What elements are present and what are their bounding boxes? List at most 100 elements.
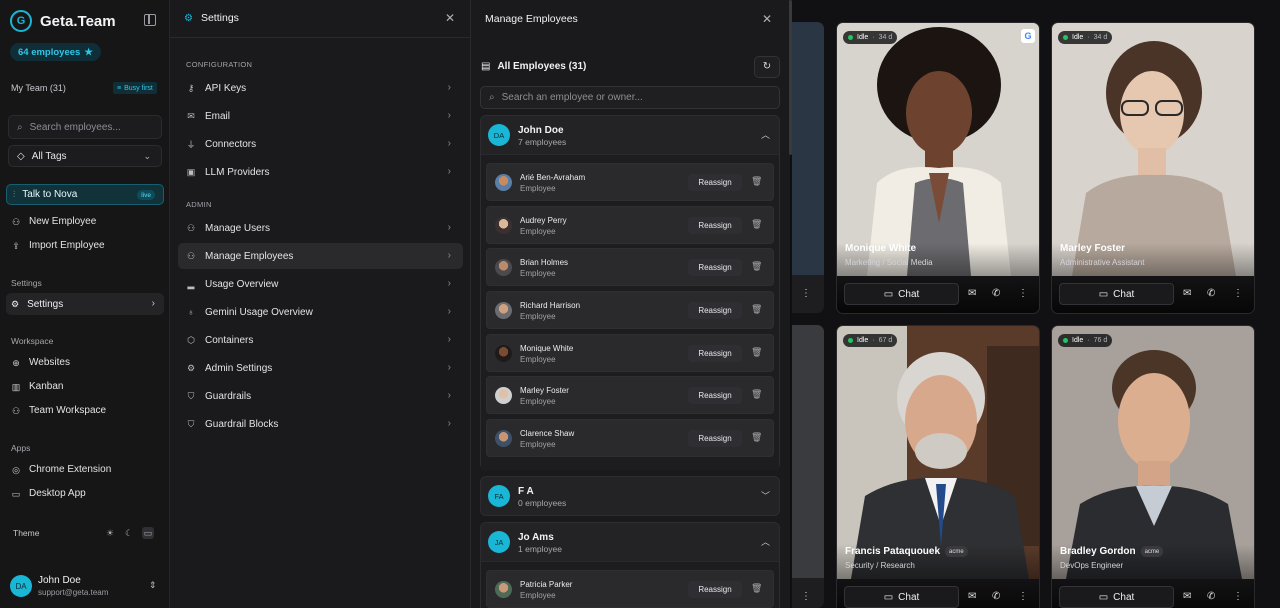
brand-name: Geta.Team	[40, 12, 116, 30]
trash-icon[interactable]: 🗑	[751, 219, 762, 230]
settings-item-admin-settings[interactable]: ⚙ Admin Settings ›	[178, 355, 463, 381]
sidebar-item-websites[interactable]: ⊕ Websites	[11, 357, 70, 368]
phone-icon[interactable]: ✆	[992, 591, 1000, 602]
settings-item-connectors[interactable]: ⏚ Connectors ›	[178, 131, 463, 157]
settings-item-api-keys[interactable]: ⚷ API Keys ›	[178, 75, 463, 101]
moon-icon[interactable]: ☾	[123, 527, 135, 539]
mail-icon[interactable]: ✉	[968, 591, 976, 602]
mail-icon[interactable]: ✉	[1183, 288, 1191, 299]
employee-card[interactable]: Idle · 34 d G Monique White Marketing / So…	[836, 22, 1040, 314]
employee-role: Employee	[520, 591, 556, 600]
employee-role: Employee	[520, 397, 556, 407]
talk-to-nova-button[interactable]: ⫶ Talk to Nova live	[6, 184, 164, 205]
employee-owner-search-input[interactable]: ⌕ Search an employee or owner...	[480, 86, 780, 109]
reassign-button[interactable]: Reassign	[688, 216, 742, 234]
more-icon[interactable]: ⋮	[1018, 288, 1028, 299]
employee-card[interactable]: Idle · 76 d Bradley Gordon acme DevOps Engi…	[1051, 325, 1255, 608]
status-duration: 76 d	[1093, 337, 1108, 344]
chevron-right-icon: ›	[151, 298, 155, 309]
manage-employees-label: Manage Employees	[205, 250, 294, 262]
settings-item-guardrails[interactable]: ⛉ Guardrails ›	[178, 383, 463, 409]
owner-group-header[interactable]: DA John Doe 7 employees ︿	[481, 116, 779, 154]
trash-icon[interactable]: 🗑	[751, 432, 762, 443]
sidebar-item-kanban[interactable]: ▥ Kanban	[11, 381, 64, 392]
settings-item-usage-overview[interactable]: ▂ Usage Overview ›	[178, 271, 463, 297]
chevron-right-icon: ›	[447, 166, 451, 177]
employee-card[interactable]: Idle · 67 d Francis Pataquouek acme Securit…	[836, 325, 1040, 608]
trash-icon[interactable]: 🗑	[751, 304, 762, 315]
user-menu[interactable]: DA John Doe support@geta.team	[10, 575, 108, 597]
more-icon[interactable]: ⋮	[801, 288, 811, 299]
brand[interactable]: G Geta.Team	[10, 10, 116, 32]
import-employee-button[interactable]: ⇪ Import Employee	[11, 240, 104, 251]
owner-group-body: Arié Ben-Avraham Employee Reassign 🗑 Aud…	[481, 154, 779, 470]
user-email: support@geta.team	[38, 588, 109, 597]
reassign-button[interactable]: Reassign	[688, 344, 742, 362]
reassign-button[interactable]: Reassign	[688, 430, 742, 448]
employee-count-badge[interactable]: 64 employees ★	[10, 43, 101, 61]
owner-group-header[interactable]: FA F A 0 employees ﹀	[481, 477, 779, 515]
monitor-theme-icon[interactable]: ▭	[142, 527, 154, 539]
reassign-button[interactable]: Reassign	[688, 581, 742, 598]
card-photo	[792, 22, 824, 275]
phone-icon[interactable]: ✆	[1207, 591, 1215, 602]
reassign-button[interactable]: Reassign	[688, 174, 742, 191]
reassign-button[interactable]: Reassign	[688, 259, 742, 277]
chat-button[interactable]: ▭ Chat	[844, 283, 959, 305]
sidebar-collapse-icon[interactable]	[144, 14, 156, 26]
refresh-icon: ↻	[762, 61, 772, 72]
owner-name: Jo Ams	[518, 532, 554, 543]
sidebar-item-chrome-extension[interactable]: ◎ Chrome Extension	[11, 464, 111, 475]
settings-item-containers[interactable]: ⬡ Containers ›	[178, 327, 463, 353]
sun-icon[interactable]: ☀	[104, 527, 116, 539]
trash-icon[interactable]: 🗑	[751, 583, 762, 594]
close-icon[interactable]: ✕	[762, 12, 772, 26]
new-employee-button[interactable]: ⚇ New Employee	[11, 216, 96, 227]
trash-icon[interactable]: 🗑	[751, 389, 762, 400]
my-team-label: My Team (31)	[11, 83, 66, 93]
phone-icon[interactable]: ✆	[992, 288, 1000, 299]
more-icon[interactable]: ⋮	[801, 591, 811, 602]
more-icon[interactable]: ⋮	[1233, 591, 1243, 602]
phone-icon[interactable]: ✆	[1207, 288, 1215, 299]
chat-button[interactable]: ▭ Chat	[1059, 283, 1174, 305]
owner-group-header[interactable]: JA Jo Ams 1 employee ︿	[481, 523, 779, 561]
sidebar-item-team-workspace[interactable]: ⚇ Team Workspace	[11, 405, 106, 416]
owner-group: JA Jo Ams 1 employee ︿ Patricia Parker E…	[480, 522, 780, 608]
refresh-button[interactable]: ↻	[754, 56, 780, 78]
chat-button[interactable]: ▭ Chat	[1059, 586, 1174, 608]
sidebar-item-desktop-app[interactable]: ▭ Desktop App	[11, 488, 86, 499]
tags-select[interactable]: ◇ All Tags ⌄	[8, 145, 162, 167]
employee-role: Employee	[520, 312, 556, 322]
status-label: Idle	[1072, 34, 1084, 41]
more-icon[interactable]: ⋮	[1018, 591, 1028, 602]
trash-icon[interactable]: 🗑	[751, 347, 762, 358]
settings-item-manage-users[interactable]: ⚇ Manage Users ›	[178, 215, 463, 241]
chevrons-updown-icon[interactable]: ⇕	[149, 580, 157, 591]
sidebar-item-settings[interactable]: ⚙ Settings ›	[6, 293, 164, 315]
employee-card[interactable]: Idle · 34 d Marley Foster Administrative A…	[1051, 22, 1255, 314]
kanban-icon: ▥	[11, 381, 21, 392]
close-icon[interactable]: ✕	[445, 11, 455, 25]
mail-icon[interactable]: ✉	[968, 288, 976, 299]
sidebar-search-input[interactable]: ⌕ Search employees...	[8, 115, 162, 139]
settings-item-email[interactable]: ✉ Email ›	[178, 103, 463, 129]
busy-first-sort-button[interactable]: ≡ Busy first	[113, 82, 157, 94]
mail-icon[interactable]: ✉	[1183, 591, 1191, 602]
more-icon[interactable]: ⋮	[1233, 288, 1243, 299]
trash-icon[interactable]: 🗑	[751, 176, 762, 187]
chat-button[interactable]: ▭ Chat	[844, 586, 959, 608]
settings-item-gemini-usage[interactable]: ♁ Gemini Usage Overview ›	[178, 299, 463, 325]
scrollbar[interactable]	[789, 0, 792, 155]
status-duration: 34 d	[1093, 34, 1108, 41]
message-icon: ▭	[1098, 591, 1109, 603]
chevron-down-icon: ⌄	[143, 151, 151, 161]
employee-name: Audrey Perry	[520, 215, 567, 225]
star-icon: ★	[84, 46, 93, 58]
reassign-button[interactable]: Reassign	[688, 302, 742, 320]
settings-item-llm-providers[interactable]: ▣ LLM Providers ›	[178, 159, 463, 185]
reassign-button[interactable]: Reassign	[688, 387, 742, 405]
settings-item-manage-employees[interactable]: ⚇ Manage Employees ›	[178, 243, 463, 269]
trash-icon[interactable]: 🗑	[751, 261, 762, 272]
settings-item-guardrail-blocks[interactable]: ⛉ Guardrail Blocks ›	[178, 411, 463, 437]
